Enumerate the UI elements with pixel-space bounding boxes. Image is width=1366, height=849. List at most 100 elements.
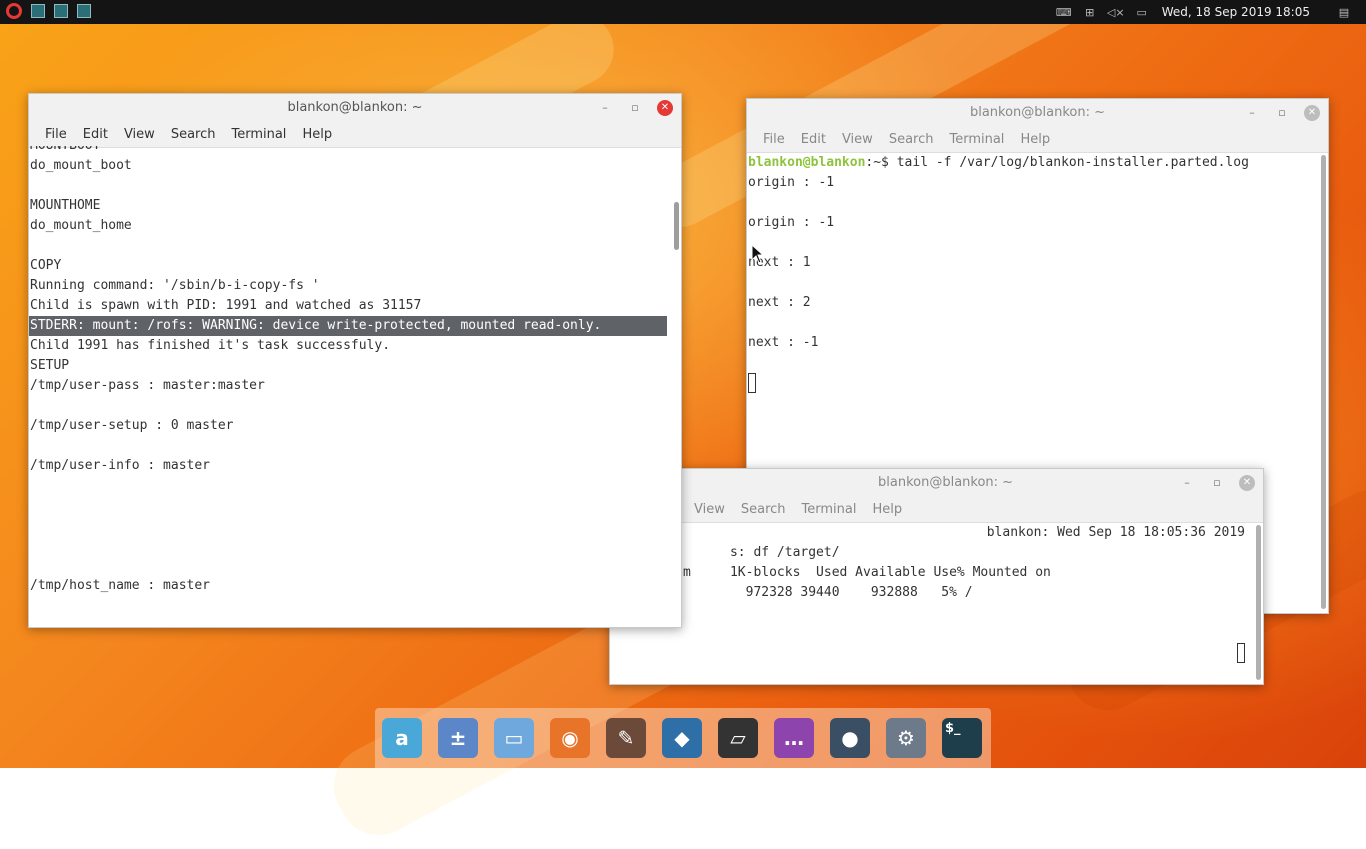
menu-search[interactable]: Search	[733, 502, 794, 517]
calculator-icon[interactable]: ±	[438, 718, 478, 758]
app-center-icon[interactable]: a	[382, 718, 422, 758]
maximize-icon[interactable]: ▫	[1274, 105, 1290, 121]
scrollbar[interactable]	[1320, 155, 1326, 609]
prompt-line: blankon@blankon:~$ tail -f /var/log/blan…	[747, 153, 1314, 173]
output-line: origin : -1	[748, 175, 835, 190]
blankon-menu-icon[interactable]	[6, 3, 22, 19]
menu-view[interactable]: View	[686, 502, 733, 517]
terminal-window-df[interactable]: blankon@blankon: ~ – ▫ ✕ View Search Ter…	[609, 468, 1264, 685]
notification-icon[interactable]: ▤	[1336, 5, 1352, 19]
terminal-output[interactable]: s: df /target/ blankon: Wed Sep 18 18:05…	[682, 523, 1249, 684]
battery-icon[interactable]: ▭	[1134, 5, 1150, 19]
dock: a ± ▭ ◉ ✎ ◆ ▱ … ● ⚙ $_	[375, 708, 991, 768]
selected-output-line: STDERR: mount: /rofs: WARNING: device wr…	[29, 316, 667, 336]
prompt-command: :~$ tail -f /var/log/blankon-installer.p…	[865, 155, 1249, 170]
output-line: MOUNTBOOT	[29, 146, 667, 156]
df-table-header: m 1K-blocks Used Available Use% Mounted …	[683, 565, 1051, 580]
minimize-icon[interactable]: –	[1179, 475, 1195, 491]
menu-view[interactable]: View	[834, 132, 881, 147]
scrollbar[interactable]	[673, 202, 679, 252]
terminal-window-installer[interactable]: blankon@blankon: ~ – ▫ ✕ File Edit View …	[28, 93, 682, 628]
settings-icon[interactable]: ⚙	[886, 718, 926, 758]
cursor-line	[747, 373, 1314, 393]
menu-view[interactable]: View	[116, 127, 163, 142]
output-line: /tmp/user-pass : master:master	[30, 378, 265, 393]
output-line: /tmp/user-setup : 0 master	[30, 418, 234, 433]
watch-command: s: df /target/	[729, 545, 840, 560]
taskbar-window-3[interactable]	[77, 4, 91, 18]
scrollbar-thumb[interactable]	[1321, 155, 1326, 609]
maximize-icon[interactable]: ▫	[1209, 475, 1225, 491]
menu-search[interactable]: Search	[163, 127, 224, 142]
top-panel: ⌨ ⊞ ◁× ▭ Wed, 18 Sep 2019 18:05 ▤	[0, 0, 1366, 24]
keyboard-icon[interactable]: ⌨	[1056, 5, 1072, 19]
menu-file[interactable]: File	[755, 132, 793, 147]
output-line: /tmp/host_name : master	[30, 578, 211, 593]
output-line: Child is spawn with PID: 1991 and watche…	[30, 298, 422, 313]
output-line: next : -1	[748, 335, 819, 350]
menu-help[interactable]: Help	[1012, 132, 1058, 147]
title-bar[interactable]: blankon@blankon: ~ – ▫ ✕	[29, 94, 681, 121]
taskbar-window-2[interactable]	[54, 4, 68, 18]
menu-help[interactable]: Help	[294, 127, 340, 142]
close-icon[interactable]: ✕	[1304, 104, 1320, 121]
output-line: next : 1	[748, 255, 811, 270]
close-icon[interactable]: ✕	[1239, 474, 1255, 491]
minimize-icon[interactable]: –	[597, 100, 613, 116]
menu-terminal[interactable]: Terminal	[794, 502, 865, 517]
text-cursor	[1237, 643, 1245, 663]
menu-bar: View Search Terminal Help	[610, 496, 1263, 523]
scrollbar[interactable]	[1255, 525, 1261, 680]
output-line: Running command: '/sbin/b-i-copy-fs '	[30, 278, 320, 293]
inkscape-icon[interactable]: ◆	[662, 718, 702, 758]
network-icon[interactable]: ⊞	[1082, 5, 1098, 19]
clock[interactable]: Wed, 18 Sep 2019 18:05	[1162, 5, 1310, 19]
minimize-icon[interactable]: –	[1244, 105, 1260, 121]
output-line: do_mount_home	[30, 218, 132, 233]
menu-help[interactable]: Help	[864, 502, 910, 517]
output-line: SETUP	[30, 358, 70, 373]
maximize-icon[interactable]: ▫	[627, 100, 643, 116]
menu-search[interactable]: Search	[881, 132, 942, 147]
menu-terminal[interactable]: Terminal	[223, 127, 294, 142]
output-line: COPY	[30, 258, 62, 273]
output-line: Child 1991 has finished it's task succes…	[30, 338, 391, 353]
output-line: next : 2	[748, 295, 811, 310]
firefox-icon[interactable]: ◉	[550, 718, 590, 758]
scrollbar-thumb[interactable]	[674, 202, 679, 250]
menu-edit[interactable]: Edit	[793, 132, 834, 147]
terminal-icon[interactable]: $_	[942, 718, 982, 758]
chat-icon[interactable]: …	[774, 718, 814, 758]
title-bar[interactable]: blankon@blankon: ~ – ▫ ✕	[610, 469, 1263, 496]
document-viewer-icon[interactable]: ▱	[718, 718, 758, 758]
cursor-line	[682, 643, 1249, 663]
volume-muted-icon[interactable]: ◁×	[1107, 5, 1125, 19]
output-line: /tmp/user-info : master	[30, 458, 211, 473]
files-icon[interactable]: ▭	[494, 718, 534, 758]
scrollbar-thumb[interactable]	[1256, 525, 1261, 680]
output-line: origin : -1	[748, 215, 835, 230]
menu-terminal[interactable]: Terminal	[941, 132, 1012, 147]
webcam-icon[interactable]: ●	[830, 718, 870, 758]
menu-bar: File Edit View Search Terminal Help	[747, 126, 1328, 153]
close-icon[interactable]: ✕	[657, 99, 673, 116]
menu-file[interactable]: File	[37, 127, 75, 142]
window-title: blankon@blankon: ~	[878, 475, 1014, 490]
terminal-output[interactable]: MOUNTBOOT do_mount_boot MOUNTHOME do_mount_…	[29, 146, 667, 627]
taskbar-window-1[interactable]	[31, 4, 45, 18]
title-bar[interactable]: blankon@blankon: ~ – ▫ ✕	[747, 99, 1328, 126]
gimp-icon[interactable]: ✎	[606, 718, 646, 758]
prompt-user: blankon@blankon	[748, 155, 866, 170]
menu-edit[interactable]: Edit	[75, 127, 116, 142]
